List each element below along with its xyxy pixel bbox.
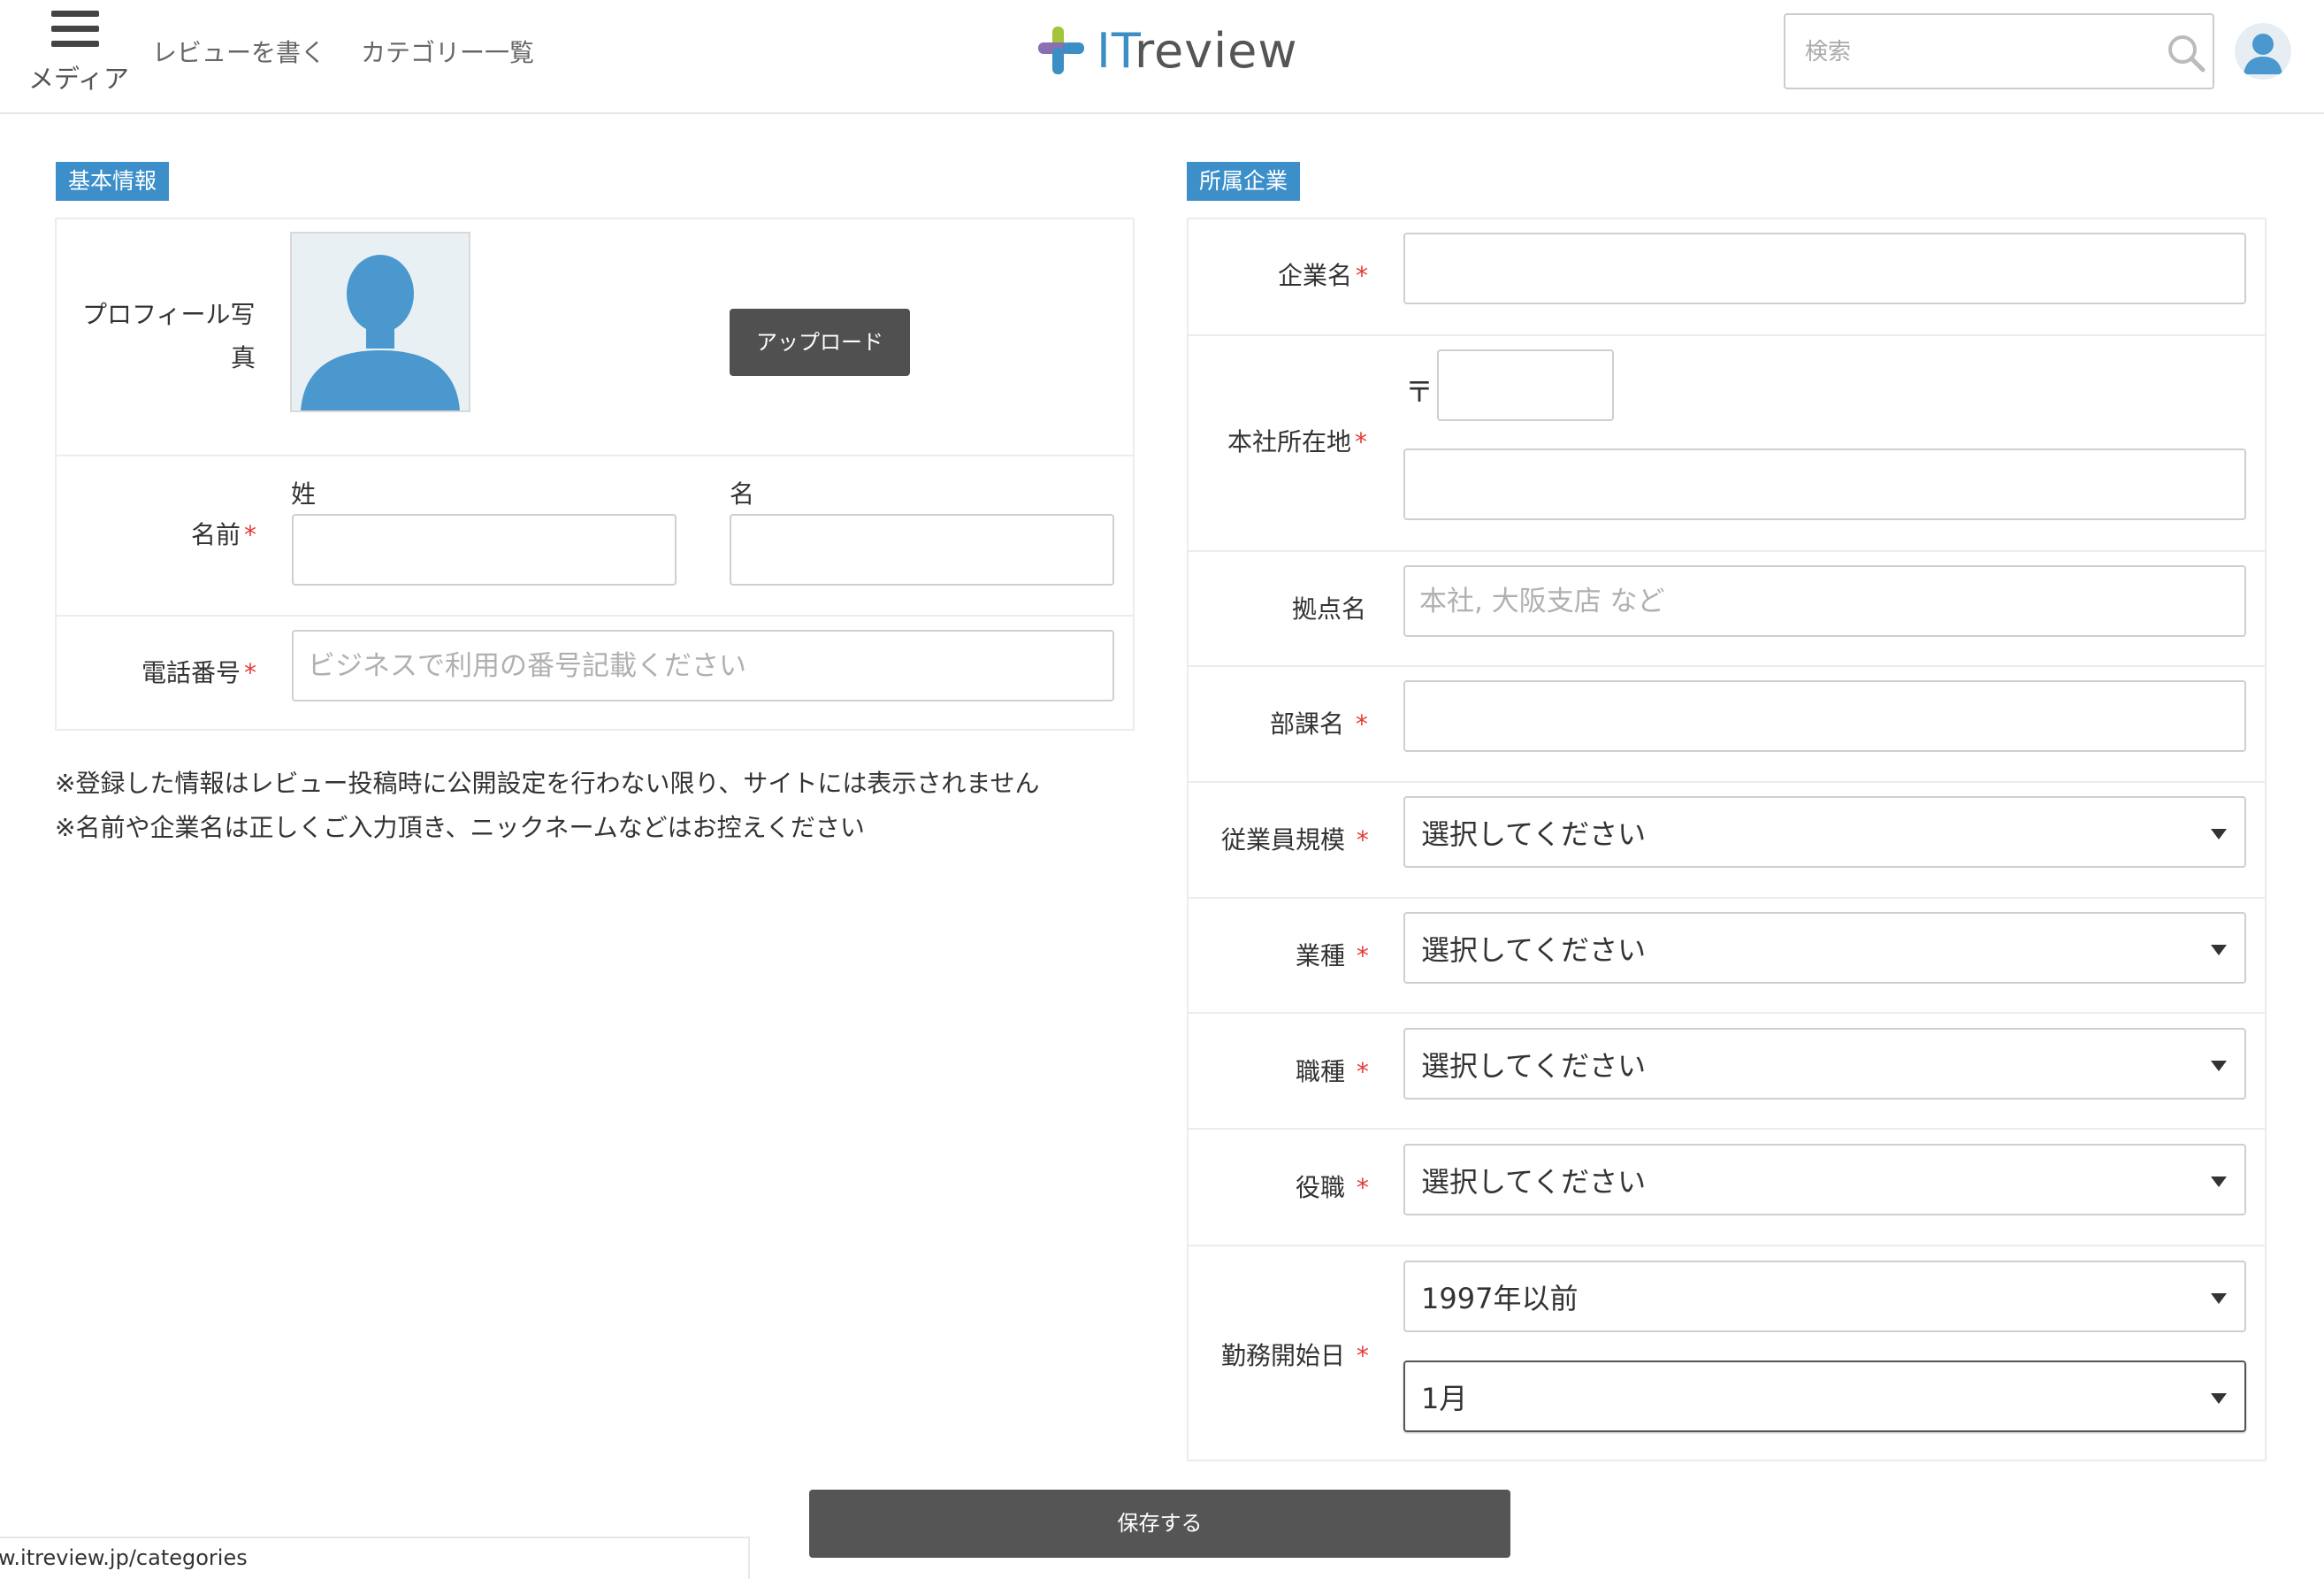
position-value: 選択してください	[1421, 1165, 1647, 1199]
row-divider	[1189, 1128, 2265, 1130]
profile-photo-label-line2: 真	[231, 343, 256, 372]
row-divider	[57, 455, 1133, 456]
name-label: 名前 *	[191, 520, 257, 549]
hq-address-label: 本社所在地 *	[1227, 427, 1368, 456]
row-divider	[1189, 1245, 2265, 1246]
start-month-value: 1月	[1421, 1382, 1468, 1415]
company-name-label: 企業名 *	[1278, 261, 1369, 290]
search-box	[1784, 13, 2214, 89]
start-year-value: 1997年以前	[1421, 1282, 1579, 1315]
dropdown-arrow-icon	[2211, 945, 2227, 955]
user-avatar-icon[interactable]	[2235, 23, 2291, 80]
row-divider	[1189, 550, 2265, 552]
basic-info-section-title: 基本情報	[56, 162, 170, 201]
nav-category-list-link[interactable]: カテゴリー一覧	[361, 34, 534, 69]
start-date-label: 勤務開始日 *	[1221, 1341, 1369, 1370]
first-name-label: 名	[730, 479, 755, 509]
logo-mark-icon	[1038, 27, 1084, 74]
employee-size-label: 従業員規模 *	[1221, 825, 1369, 855]
note-real-name: ※名前や企業名は正しくご入力頂き、ニックネームなどはお控えください	[55, 813, 865, 842]
last-name-label: 姓	[291, 479, 317, 509]
search-icon[interactable]	[2166, 33, 2206, 73]
job-type-value: 選択してください	[1421, 1049, 1647, 1083]
profile-photo-label-line1: プロフィール写	[82, 300, 256, 329]
start-year-select[interactable]: 1997年以前	[1403, 1261, 2246, 1332]
postal-mark: 〒	[1405, 375, 1434, 409]
department-input[interactable]	[1403, 680, 2246, 752]
industry-value: 選択してください	[1421, 933, 1647, 967]
branch-label: 拠点名	[1292, 594, 1367, 624]
branch-input[interactable]	[1403, 565, 2246, 637]
phone-input[interactable]	[292, 630, 1114, 701]
employee-size-select[interactable]: 選択してください	[1403, 796, 2246, 868]
dropdown-arrow-icon	[2211, 1293, 2227, 1304]
address-input[interactable]	[1403, 448, 2246, 520]
phone-label: 電話番号 *	[141, 658, 257, 687]
employee-size-value: 選択してください	[1421, 817, 1647, 851]
nav-write-review-link[interactable]: レビューを書く	[152, 34, 325, 69]
profile-photo-placeholder	[290, 232, 470, 412]
row-divider	[1189, 665, 2265, 667]
row-divider	[1189, 334, 2265, 336]
status-bar-url: w.itreview.jp/categories	[0, 1545, 248, 1570]
dropdown-arrow-icon	[2211, 1393, 2227, 1404]
media-menu-label[interactable]: メディア	[28, 58, 129, 96]
first-name-input[interactable]	[730, 514, 1114, 586]
note-publish-info: ※登録した情報はレビュー投稿時に公開設定を行わない限り、サイトには表示されません	[55, 769, 1040, 798]
upload-button[interactable]: アップロード	[730, 309, 910, 376]
start-month-select[interactable]: 1月	[1403, 1361, 2246, 1432]
row-divider	[57, 615, 1133, 617]
industry-label: 業種 *	[1296, 941, 1369, 970]
department-label: 部課名 *	[1270, 709, 1368, 739]
row-divider	[1189, 781, 2265, 783]
position-label: 役職 *	[1296, 1173, 1369, 1202]
dropdown-arrow-icon	[2211, 1177, 2227, 1187]
postal-code-input[interactable]	[1437, 349, 1614, 421]
top-header: メディア レビューを書く カテゴリー一覧 ITreview	[0, 0, 2324, 114]
row-divider	[1189, 1012, 2265, 1014]
search-input[interactable]	[1789, 19, 2160, 86]
dropdown-arrow-icon	[2211, 1061, 2227, 1071]
itreview-logo[interactable]: ITreview	[1036, 23, 1297, 80]
position-select[interactable]: 選択してください	[1403, 1144, 2246, 1215]
job-type-label: 職種 *	[1296, 1057, 1369, 1086]
logo-text: ITreview	[1097, 23, 1298, 79]
hamburger-menu-icon[interactable]	[51, 11, 103, 50]
dropdown-arrow-icon	[2211, 829, 2227, 839]
row-divider	[1189, 897, 2265, 899]
industry-select[interactable]: 選択してください	[1403, 912, 2246, 984]
browser-status-bar: w.itreview.jp/categories	[0, 1537, 750, 1579]
company-section-title: 所属企業	[1187, 162, 1301, 201]
save-button[interactable]: 保存する	[809, 1490, 1510, 1558]
default-user-icon	[301, 255, 460, 410]
job-type-select[interactable]: 選択してください	[1403, 1028, 2246, 1100]
last-name-input[interactable]	[292, 514, 677, 586]
company-name-input[interactable]	[1403, 233, 2246, 304]
